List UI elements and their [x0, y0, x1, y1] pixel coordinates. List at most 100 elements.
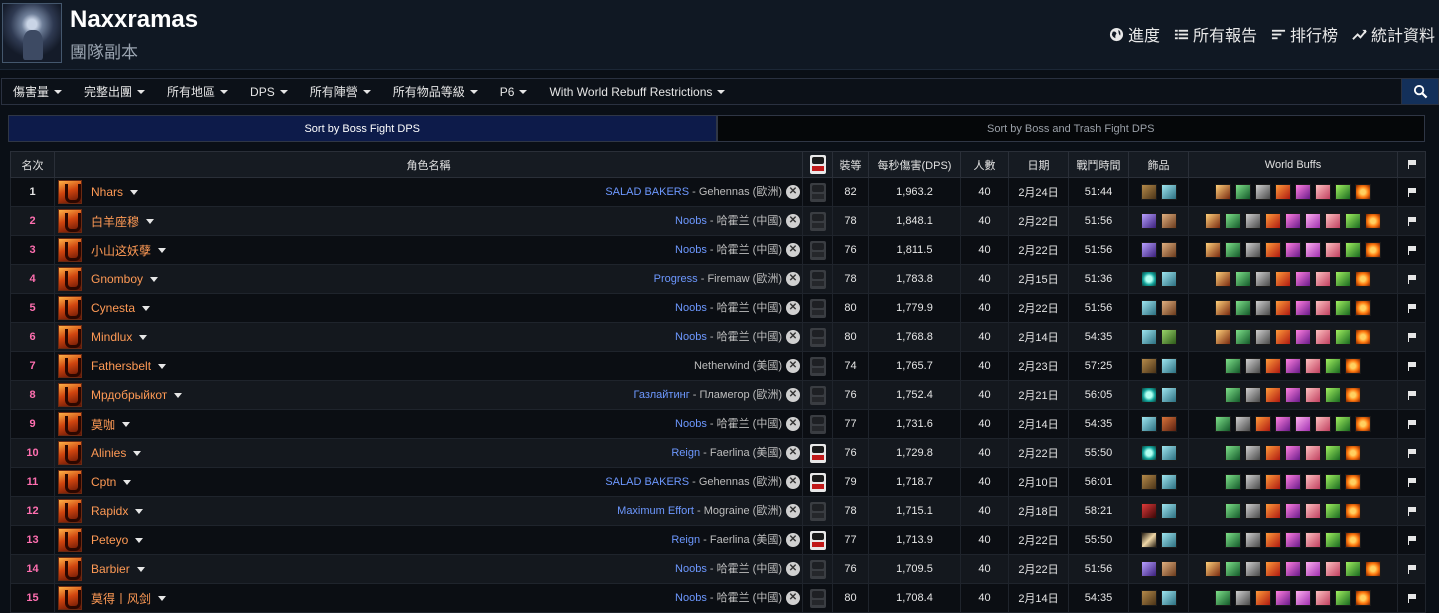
world-buff-icon[interactable] — [1305, 387, 1321, 403]
world-buff-icon[interactable] — [1245, 532, 1261, 548]
world-buff-icon[interactable] — [1235, 184, 1251, 200]
flag-icon[interactable] — [1407, 506, 1416, 516]
world-buff-icon[interactable] — [1245, 213, 1261, 229]
trinket-icon[interactable] — [1140, 416, 1157, 432]
world-buff-icon[interactable] — [1305, 242, 1321, 258]
nav-progress[interactable]: 進度 — [1109, 22, 1160, 46]
world-buff-icon[interactable] — [1285, 474, 1301, 490]
world-buff-icon[interactable] — [1245, 242, 1261, 258]
filter-faction[interactable]: 所有陣營 — [299, 83, 382, 100]
world-buff-icon[interactable] — [1275, 416, 1291, 432]
filter-world-buffs[interactable]: With World Rebuff Restrictions — [538, 85, 736, 99]
chevron-down-icon[interactable] — [122, 421, 131, 427]
world-buff-icon[interactable] — [1345, 242, 1361, 258]
trinket-icon[interactable] — [1140, 242, 1157, 258]
world-buff-icon[interactable] — [1255, 329, 1271, 345]
flag-icon[interactable] — [1407, 564, 1416, 574]
world-buff-icon[interactable] — [1225, 387, 1241, 403]
world-buff-icon[interactable] — [1335, 184, 1351, 200]
world-buff-icon[interactable] — [1295, 300, 1311, 316]
world-buff-icon[interactable] — [1285, 503, 1301, 519]
table-row[interactable]: 7 Fathersbelt Netherwind (美國) ✕ 74 1,765.7 40 2… — [10, 351, 1426, 381]
table-row[interactable]: 12 Rapidx Maximum Effort - Mograine (歐洲) ✕ 7… — [10, 496, 1426, 526]
guild-link[interactable]: Progress — [654, 273, 698, 285]
table-row[interactable]: 1 Nhars SALAD BAKERS - Gehennas (歐洲) ✕ 82 1,9… — [10, 177, 1426, 207]
guild-link[interactable]: Noobs — [675, 592, 707, 604]
flag-icon[interactable] — [1407, 419, 1416, 429]
world-buff-icon[interactable] — [1305, 358, 1321, 374]
guild-link[interactable]: Noobs — [675, 302, 707, 314]
tab-sort-boss-dps[interactable]: Sort by Boss Fight DPS — [8, 115, 717, 142]
world-buff-icon[interactable] — [1305, 532, 1321, 548]
chevron-down-icon[interactable] — [158, 595, 167, 601]
world-buff-icon[interactable] — [1205, 242, 1221, 258]
guild-link[interactable]: Газлайтинг — [634, 389, 690, 401]
trinket-icon[interactable] — [1160, 184, 1177, 200]
world-buff-icon[interactable] — [1345, 445, 1361, 461]
table-row[interactable]: 9 莫咖 Noobs - 哈霍兰 (中國) ✕ 77 1,731.6 40 2月14日 54:3… — [10, 409, 1426, 439]
world-buff-icon[interactable] — [1355, 184, 1371, 200]
date-cell[interactable]: 2月14日 — [1008, 583, 1069, 613]
flag-icon[interactable] — [1407, 187, 1416, 197]
character-name-link[interactable]: Nhars — [91, 185, 123, 199]
character-name-link[interactable]: Mindlux — [91, 330, 132, 344]
world-buff-icon[interactable] — [1245, 503, 1261, 519]
table-row[interactable]: 14 Barbier Noobs - 哈霍兰 (中國) ✕ 76 1,709.5 40 2月2… — [10, 554, 1426, 584]
world-buff-icon[interactable] — [1265, 358, 1281, 374]
world-buff-icon[interactable] — [1315, 590, 1331, 606]
world-buff-icon[interactable] — [1305, 474, 1321, 490]
world-buff-icon[interactable] — [1355, 271, 1371, 287]
trinket-icon[interactable] — [1160, 213, 1177, 229]
world-buff-icon[interactable] — [1265, 503, 1281, 519]
world-buff-icon[interactable] — [1265, 561, 1281, 577]
filter-item-level[interactable]: 所有物品等級 — [382, 83, 489, 100]
world-buff-icon[interactable] — [1345, 213, 1361, 229]
character-name-link[interactable]: Peteyo — [91, 533, 128, 547]
world-buff-icon[interactable] — [1345, 387, 1361, 403]
world-buff-icon[interactable] — [1275, 184, 1291, 200]
trinket-icon[interactable] — [1160, 271, 1177, 287]
world-buff-icon[interactable] — [1325, 213, 1341, 229]
table-row[interactable]: 5 Cynesta Noobs - 哈霍兰 (中國) ✕ 80 1,779.9 40 2月22… — [10, 293, 1426, 323]
world-buff-icon[interactable] — [1225, 474, 1241, 490]
trinket-icon[interactable] — [1140, 329, 1157, 345]
world-buff-icon[interactable] — [1315, 300, 1331, 316]
world-buff-icon[interactable] — [1255, 184, 1271, 200]
tab-sort-boss-trash-dps[interactable]: Sort by Boss and Trash Fight DPS — [716, 115, 1425, 142]
world-buff-icon[interactable] — [1215, 329, 1231, 345]
world-buff-icon[interactable] — [1275, 271, 1291, 287]
trinket-icon[interactable] — [1140, 358, 1157, 374]
world-buff-icon[interactable] — [1285, 561, 1301, 577]
date-cell[interactable]: 2月24日 — [1008, 177, 1069, 207]
world-buff-icon[interactable] — [1265, 387, 1281, 403]
trinket-icon[interactable] — [1160, 387, 1177, 403]
character-name-link[interactable]: Alinies — [91, 446, 126, 460]
table-row[interactable]: 15 莫得丨风剑 Noobs - 哈霍兰 (中國) ✕ 80 1,708.4 40 2月14日… — [10, 583, 1426, 613]
world-buff-icon[interactable] — [1325, 532, 1341, 548]
world-buff-icon[interactable] — [1325, 474, 1341, 490]
world-buff-icon[interactable] — [1325, 445, 1341, 461]
world-buff-icon[interactable] — [1205, 561, 1221, 577]
character-name-link[interactable]: Gnomboy — [91, 272, 143, 286]
table-row[interactable]: 3 小山这妖孽 Noobs - 哈霍兰 (中國) ✕ 76 1,811.5 40 2月22日 5… — [10, 235, 1426, 265]
world-buff-icon[interactable] — [1325, 503, 1341, 519]
world-buff-icon[interactable] — [1245, 474, 1261, 490]
chevron-down-icon[interactable] — [135, 537, 144, 543]
table-row[interactable]: 11 Cptn SALAD BAKERS - Gehennas (歐洲) ✕ 79 1,7… — [10, 467, 1426, 497]
world-buff-icon[interactable] — [1335, 416, 1351, 432]
trinket-icon[interactable] — [1140, 474, 1157, 490]
chevron-down-icon[interactable] — [174, 392, 183, 398]
trinket-icon[interactable] — [1140, 445, 1157, 461]
world-buff-icon[interactable] — [1215, 184, 1231, 200]
world-buff-icon[interactable] — [1215, 416, 1231, 432]
character-name-link[interactable]: Cptn — [91, 475, 116, 489]
chevron-down-icon[interactable] — [142, 305, 151, 311]
world-buff-icon[interactable] — [1215, 271, 1231, 287]
trinket-icon[interactable] — [1140, 590, 1157, 606]
world-buff-icon[interactable] — [1335, 329, 1351, 345]
filter-region[interactable]: 所有地區 — [156, 83, 239, 100]
table-row[interactable]: 6 Mindlux Noobs - 哈霍兰 (中國) ✕ 80 1,768.8 40 2月14… — [10, 322, 1426, 352]
chevron-down-icon[interactable] — [158, 363, 167, 369]
trinket-icon[interactable] — [1160, 358, 1177, 374]
character-name-link[interactable]: 白羊座穆 — [91, 215, 139, 229]
